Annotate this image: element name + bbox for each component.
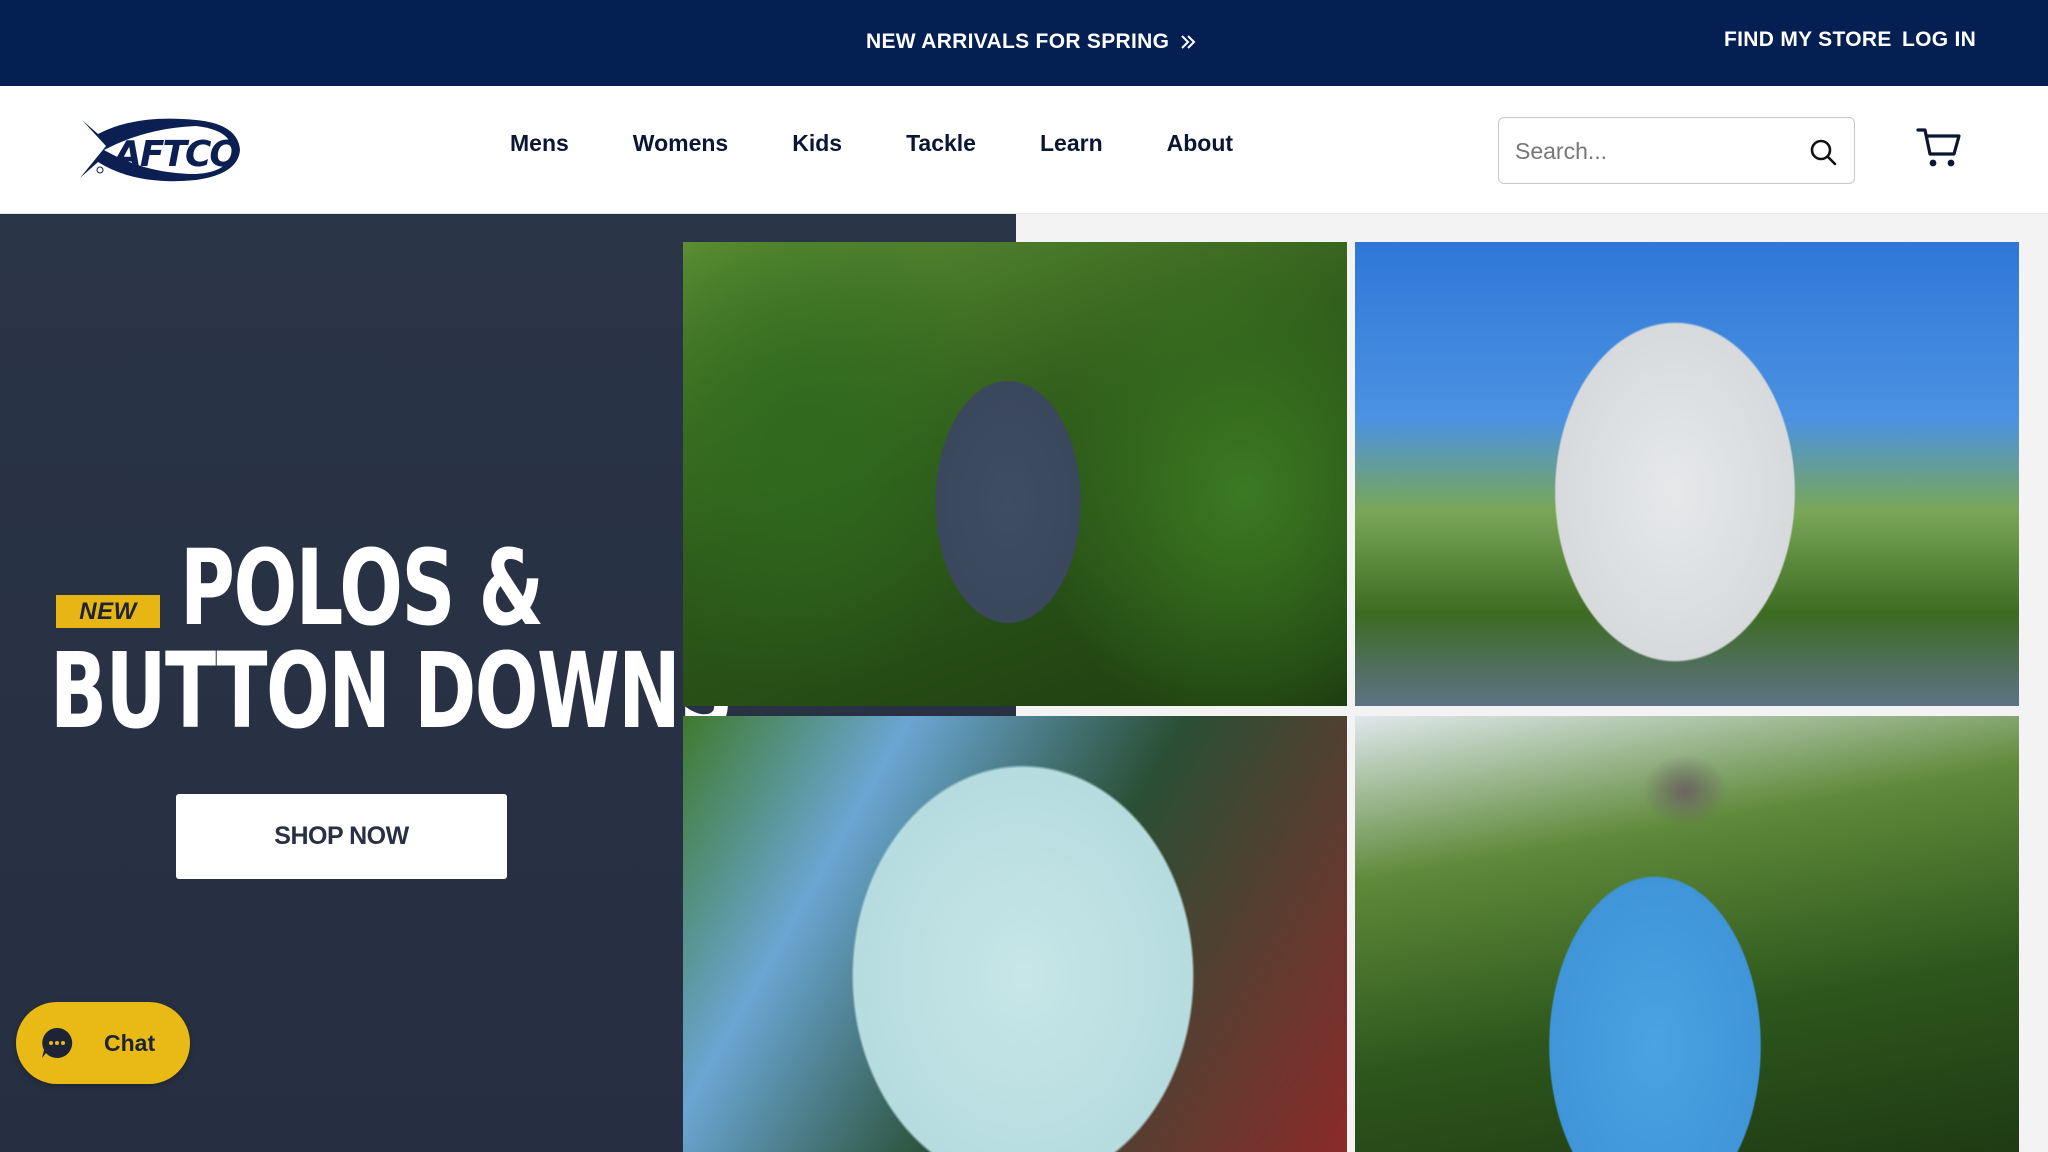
main-nav: Mens Womens Kids Tackle Learn About [510,130,1233,157]
nav-item-learn[interactable]: Learn [1040,130,1103,157]
announcement-bar: NEW ARRIVALS FOR SPRING FIND MY STORE LO… [0,0,2048,86]
fish-logo-icon: AFTCO [80,118,241,182]
site-header: AFTCO Mens Womens Kids Tackle Learn Abou… [0,86,2048,214]
logo-lettering: AFTCO [111,134,239,175]
nav-item-mens[interactable]: Mens [510,130,569,157]
chat-label: Chat [104,1030,156,1056]
nav-item-womens[interactable]: Womens [633,130,728,157]
log-in-link[interactable]: LOG IN [1902,28,1976,52]
search-input[interactable] [1515,136,1795,166]
double-chevron-right-icon [1181,35,1196,49]
hero-banner: NEW POLOS & BUTTON DOWNS SHOP NOW [0,214,2048,1152]
hero-headline-line2: BUTTON DOWNS [50,630,733,752]
nav-item-about[interactable]: About [1167,130,1233,157]
aftco-logo[interactable]: AFTCO [76,116,242,182]
announcement-link[interactable]: NEW ARRIVALS FOR SPRING [866,30,1197,54]
search-icon[interactable] [1808,137,1838,167]
nav-item-kids[interactable]: Kids [792,130,842,157]
cart-icon[interactable] [1916,124,1962,170]
search-box [1498,117,1855,184]
hero-photo-polo-blue[interactable] [1355,716,2019,1152]
announcement-text: NEW ARRIVALS FOR SPRING [866,30,1170,53]
new-badge: NEW [56,595,160,628]
find-my-store-link[interactable]: FIND MY STORE [1724,28,1892,52]
nav-item-tackle[interactable]: Tackle [906,130,976,157]
hero-photo-polo-navy[interactable] [683,242,1347,706]
chat-bubble-icon [42,1027,73,1058]
shop-now-button[interactable]: SHOP NOW [176,794,507,879]
chat-button[interactable]: Chat [16,1002,190,1084]
hero-photo-button-down-mint[interactable] [683,716,1347,1152]
hero-headline-line1: POLOS & [180,527,544,649]
hero-photo-button-down-white[interactable] [1355,242,2019,706]
